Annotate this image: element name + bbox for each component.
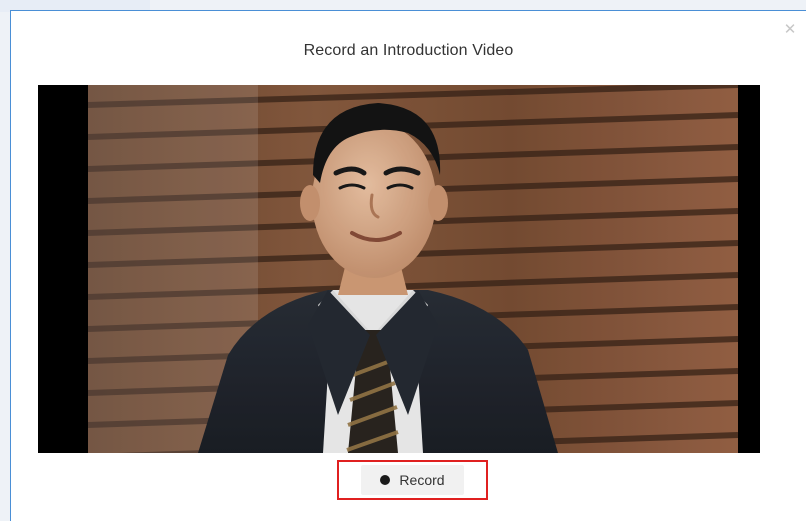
video-preview	[38, 85, 760, 453]
close-icon[interactable]: ✕	[782, 21, 798, 37]
webcam-image	[88, 85, 738, 453]
record-button-label: Record	[399, 472, 445, 488]
record-video-modal: ✕ Record an Introduction Video Record	[10, 10, 806, 521]
record-dot-icon	[380, 475, 391, 485]
modal-title: Record an Introduction Video	[303, 42, 514, 59]
webcam-frame	[88, 85, 738, 453]
record-button[interactable]: Record	[361, 465, 464, 495]
